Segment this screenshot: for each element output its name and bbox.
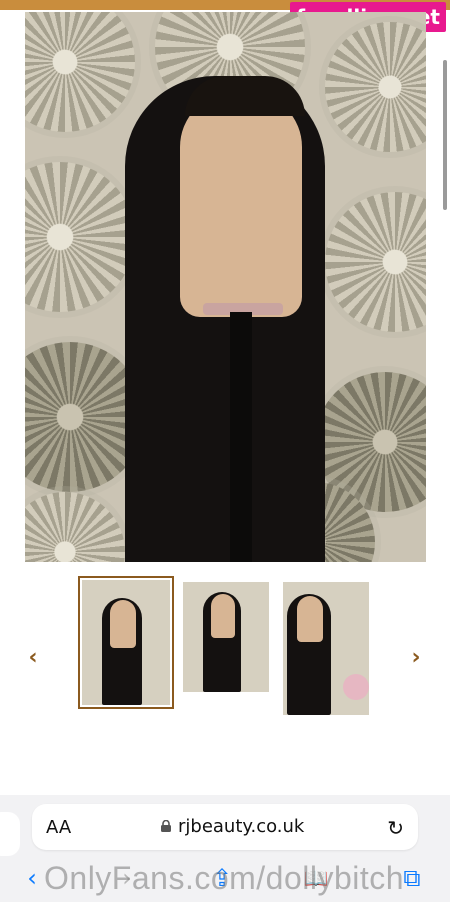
address-bar[interactable]: AA rjbeauty.co.uk ↻ (32, 804, 418, 850)
lock-icon (161, 820, 171, 832)
main-product-image[interactable] (25, 12, 426, 562)
mannequin-stand (230, 312, 252, 562)
thumbnail-1[interactable] (78, 576, 174, 709)
back-icon[interactable]: ‹ (18, 864, 46, 892)
hair-part (185, 76, 305, 116)
mannequin-head (180, 92, 302, 317)
chevron-right-icon[interactable]: › (406, 647, 426, 669)
scrollbar[interactable] (443, 60, 447, 210)
url-text[interactable]: rjbeauty.co.uk (178, 816, 304, 837)
thumbnail-2[interactable] (183, 582, 269, 692)
previous-tab-pill[interactable] (0, 812, 20, 856)
overlay-watermark-text: OnlyFans.com/dollybitch (44, 860, 405, 896)
chevron-left-icon[interactable]: ‹ (23, 647, 43, 669)
thumbnail-3[interactable] (283, 582, 369, 715)
reload-icon[interactable]: ↻ (387, 816, 404, 840)
reader-mode-button[interactable]: AA (46, 817, 71, 838)
thumbnail-carousel: ‹ › (0, 570, 450, 715)
